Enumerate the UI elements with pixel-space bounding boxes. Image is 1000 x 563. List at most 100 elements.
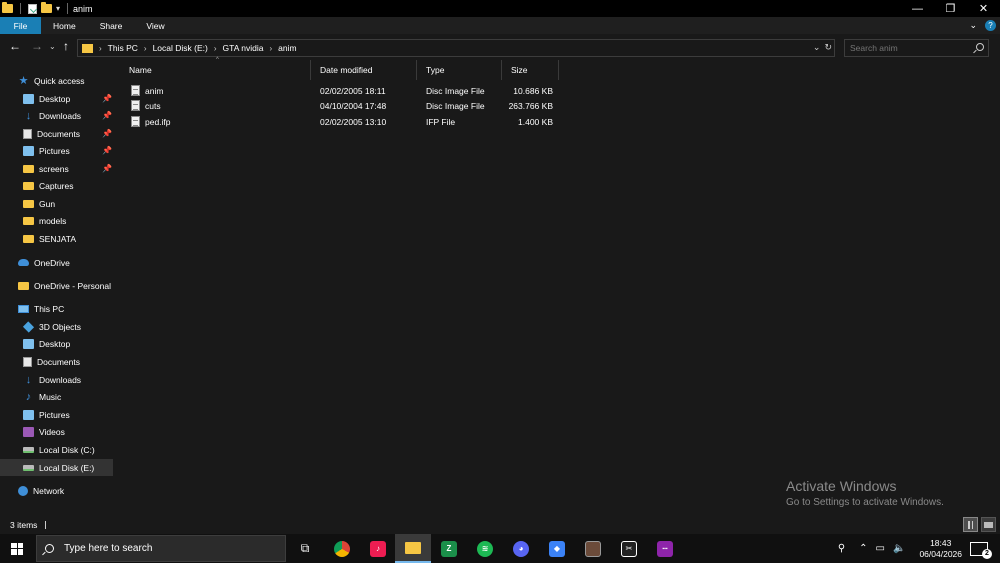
sidebar-item-models[interactable]: models — [0, 212, 116, 229]
chevron-right-icon[interactable]: › — [99, 44, 102, 53]
ribbon-right-controls: ⌄ ? — [969, 17, 996, 34]
notification-center-button[interactable]: 2 — [970, 541, 992, 559]
sidebar-item-pictures[interactable]: Pictures 📌 — [0, 142, 116, 159]
sidebar-item-quick-access[interactable]: ★ Quick access — [0, 72, 116, 89]
breadcrumb-anim[interactable]: anim — [278, 43, 296, 53]
breadcrumb-this-pc[interactable]: This PC — [108, 43, 138, 53]
taskbar-file-explorer[interactable] — [395, 534, 431, 563]
minimize-button[interactable]: — — [901, 0, 934, 17]
sidebar-item-desktop-pc[interactable]: Desktop — [0, 335, 116, 352]
details-view-button[interactable] — [963, 517, 978, 532]
tab-file[interactable]: File — [0, 17, 41, 34]
large-icons-view-button[interactable] — [981, 517, 996, 532]
sidebar-item-onedrive[interactable]: OneDrive — [0, 254, 116, 271]
breadcrumb-local-disk-e[interactable]: Local Disk (E:) — [153, 43, 208, 53]
taskbar-roblox[interactable]: ◆ — [539, 534, 575, 563]
properties-icon[interactable] — [28, 3, 37, 14]
tab-share[interactable]: Share — [88, 17, 135, 34]
chevron-right-icon[interactable]: › — [144, 44, 147, 53]
up-arrow-icon[interactable]: ↑ — [63, 39, 69, 53]
drive-icon — [23, 446, 34, 453]
sidebar-item-3d-objects[interactable]: 3D Objects — [0, 318, 116, 335]
chevron-right-icon[interactable]: › — [214, 44, 217, 53]
sidebar-item-videos[interactable]: Videos — [0, 423, 116, 440]
roblox-icon: ◆ — [549, 540, 565, 557]
back-arrow-icon[interactable]: ← — [9, 39, 21, 53]
sidebar-item-label: Desktop — [39, 93, 71, 104]
task-view-button[interactable]: ⧉ — [287, 534, 323, 563]
tab-home[interactable]: Home — [41, 17, 88, 34]
chevron-down-icon[interactable]: ⌄ — [969, 20, 977, 31]
taskbar-app-purple[interactable]: ▪▪▪ — [647, 534, 683, 563]
maximize-button[interactable]: ❐ — [934, 0, 967, 17]
taskbar-chrome[interactable] — [324, 534, 360, 563]
refresh-icon[interactable]: ↻ — [824, 42, 832, 53]
taskbar-game[interactable] — [575, 534, 611, 563]
taskbar-tiktok[interactable]: ♪ — [360, 534, 396, 563]
file-icon — [131, 85, 140, 96]
table-row[interactable]: anim 02/02/2005 18:11 Disc Image File 10… — [120, 83, 568, 98]
start-button[interactable] — [0, 534, 34, 563]
chevron-up-icon[interactable]: ⌃ — [859, 543, 867, 554]
file-list: ^ Name Date modified Type Size anim 02/0… — [120, 57, 1000, 516]
customize-toolbar-icon[interactable]: ▾ — [56, 4, 60, 13]
pin-icon: 📌 — [102, 129, 112, 138]
people-icon[interactable]: ⚲ — [838, 543, 845, 554]
breadcrumb-gta-nvidia[interactable]: GTA nvidia — [223, 43, 264, 53]
column-header-size[interactable]: Size — [502, 60, 559, 80]
search-input[interactable] — [850, 43, 970, 53]
sidebar-item-documents[interactable]: Documents 📌 — [0, 125, 116, 142]
clock-date: 06/04/2026 — [919, 548, 962, 559]
taskbar-discord[interactable]: ◕ — [503, 534, 539, 563]
sidebar-item-label: Captures — [39, 180, 74, 191]
taskbar-capcut[interactable]: ✂ — [611, 534, 647, 563]
sidebar-item-local-disk-c[interactable]: Local Disk (C:) — [0, 441, 116, 458]
search-box[interactable] — [844, 39, 989, 57]
new-folder-icon[interactable] — [41, 2, 52, 13]
clock[interactable]: 18:43 06/04/2026 — [919, 538, 962, 560]
status-bar: 3 items — [0, 516, 1000, 534]
sidebar-item-this-pc[interactable]: This PC — [0, 300, 116, 317]
help-icon[interactable]: ? — [985, 20, 996, 31]
sidebar-item-desktop[interactable]: Desktop 📌 — [0, 90, 116, 107]
pin-icon: 📌 — [102, 111, 112, 120]
sidebar-item-documents-pc[interactable]: Documents — [0, 353, 116, 370]
address-bar[interactable]: › This PC › Local Disk (E:) › GTA nvidia… — [77, 39, 835, 57]
sidebar-item-pictures-pc[interactable]: Pictures — [0, 406, 116, 423]
sidebar-item-music[interactable]: ♪ Music — [0, 388, 116, 405]
close-button[interactable]: ✕ — [967, 0, 1000, 17]
sidebar-item-onedrive-personal[interactable]: OneDrive - Personal — [0, 277, 116, 294]
sidebar-item-captures[interactable]: Captures — [0, 177, 116, 194]
column-header-name[interactable]: ^ Name — [120, 57, 311, 80]
forward-arrow-icon[interactable]: → — [31, 39, 43, 53]
sidebar-item-gun[interactable]: Gun — [0, 195, 116, 212]
column-header-type[interactable]: Type — [417, 60, 502, 80]
search-icon — [45, 544, 54, 553]
folder-icon — [23, 234, 34, 243]
sidebar-item-senjata[interactable]: SENJATA — [0, 230, 116, 247]
sidebar-item-local-disk-e[interactable]: Local Disk (E:) — [0, 459, 113, 476]
column-header-date-modified[interactable]: Date modified — [311, 60, 417, 80]
sidebar-item-screens[interactable]: screens 📌 — [0, 160, 116, 177]
file-name-cell: cuts — [120, 100, 311, 111]
cloud-icon — [18, 259, 29, 266]
sidebar-item-downloads-pc[interactable]: ↓ Downloads — [0, 371, 116, 388]
table-row[interactable]: ped.ifp 02/02/2005 13:10 IFP File 1.400 … — [120, 114, 568, 129]
file-type: Disc Image File — [426, 100, 485, 111]
sidebar-item-network[interactable]: Network — [0, 482, 116, 499]
tab-view[interactable]: View — [134, 17, 176, 34]
sidebar-item-downloads[interactable]: ↓ Downloads 📌 — [0, 107, 116, 124]
recent-locations-icon[interactable]: ⌄ — [49, 42, 56, 51]
discord-icon: ◕ — [513, 540, 529, 557]
taskbar-search-box[interactable]: Type here to search — [36, 535, 286, 562]
volume-icon[interactable]: 🔈 — [893, 543, 905, 554]
chevron-right-icon[interactable]: › — [269, 44, 272, 53]
taskbar-spotify[interactable]: ≋ — [467, 534, 503, 563]
table-row[interactable]: cuts 04/10/2004 17:48 Disc Image File 26… — [120, 98, 568, 113]
taskbar-app-green[interactable]: Z — [431, 534, 467, 563]
address-actions: ⌄ ↻ — [813, 42, 832, 53]
file-icon — [131, 100, 140, 111]
file-name: anim — [145, 85, 164, 96]
network-icon[interactable]: ▭ — [876, 543, 885, 554]
address-dropdown-icon[interactable]: ⌄ — [813, 42, 821, 53]
